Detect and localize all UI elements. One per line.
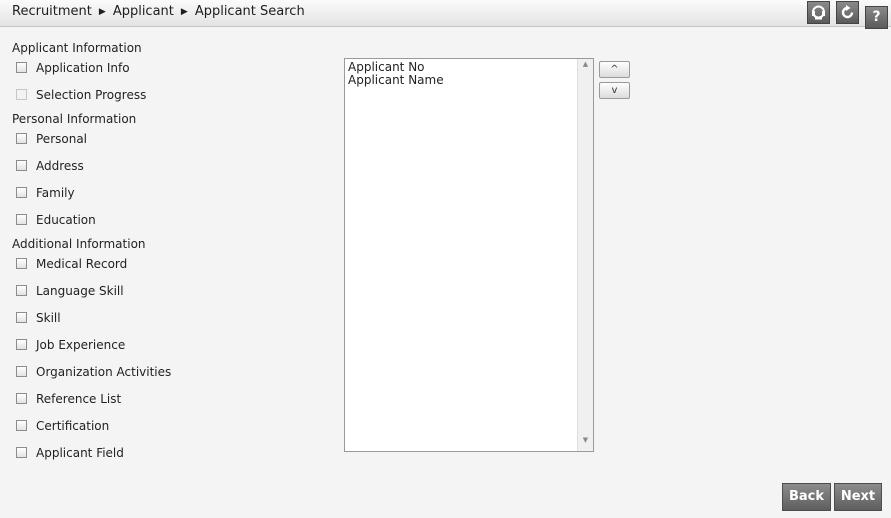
breadcrumb: Recruitment ▶ Applicant ▶ Applicant Search bbox=[12, 4, 305, 19]
checkbox-job-experience[interactable] bbox=[16, 339, 27, 350]
checkbox-label: Job Experience bbox=[36, 338, 126, 352]
support-button[interactable] bbox=[807, 1, 831, 24]
checkbox-label: Language Skill bbox=[36, 284, 124, 298]
checkbox-organization-activities[interactable] bbox=[16, 366, 27, 377]
checkbox-reference-list[interactable] bbox=[16, 393, 27, 404]
move-up-button[interactable]: ^ bbox=[599, 61, 630, 78]
checkbox-language-skill[interactable] bbox=[16, 285, 27, 296]
section-title-additional-information: Additional Information bbox=[12, 237, 146, 251]
headset-icon bbox=[812, 5, 826, 20]
checkbox-applicant-field[interactable] bbox=[16, 447, 27, 458]
listbox-scrollbar[interactable]: ▲ ▼ bbox=[577, 59, 593, 451]
checkbox-label: Address bbox=[36, 159, 84, 173]
checkbox-medical-record[interactable] bbox=[16, 258, 27, 269]
breadcrumb-separator-icon: ▶ bbox=[180, 7, 188, 17]
checkbox-label: Family bbox=[36, 186, 75, 200]
checkbox-skill[interactable] bbox=[16, 312, 27, 323]
section-title-applicant-information: Applicant Information bbox=[12, 41, 142, 55]
breadcrumb-applicant-search: Applicant Search bbox=[194, 4, 305, 19]
back-button[interactable]: Back bbox=[782, 483, 831, 511]
list-item[interactable]: Applicant Name bbox=[348, 74, 444, 87]
refresh-button[interactable] bbox=[836, 1, 860, 24]
checkbox-label: Medical Record bbox=[36, 257, 128, 271]
breadcrumb-separator-icon: ▶ bbox=[98, 7, 106, 17]
checkbox-family[interactable] bbox=[16, 187, 27, 198]
checkbox-address[interactable] bbox=[16, 160, 27, 171]
checkbox-personal[interactable] bbox=[16, 133, 27, 144]
checkbox-label: Education bbox=[36, 213, 96, 227]
header-tools: ? bbox=[805, 1, 888, 29]
checkbox-selection-progress bbox=[16, 89, 27, 100]
breadcrumb-applicant[interactable]: Applicant bbox=[113, 4, 174, 19]
checkbox-certification[interactable] bbox=[16, 420, 27, 431]
checkbox-label: Personal bbox=[36, 132, 88, 146]
section-title-personal-information: Personal Information bbox=[12, 112, 137, 126]
checkbox-label: Certification bbox=[36, 419, 110, 433]
refresh-icon bbox=[841, 5, 854, 19]
checkbox-label: Organization Activities bbox=[36, 365, 172, 379]
header-bar: Recruitment ▶ Applicant ▶ Applicant Search ? bbox=[0, 0, 891, 29]
checkbox-label: Selection Progress bbox=[36, 88, 147, 102]
breadcrumb-recruitment[interactable]: Recruitment bbox=[12, 4, 92, 19]
checkbox-education[interactable] bbox=[16, 214, 27, 225]
selected-fields-items: Applicant No Applicant Name bbox=[348, 61, 444, 87]
next-button[interactable]: Next bbox=[834, 483, 882, 511]
checkbox-application-info[interactable] bbox=[16, 62, 27, 73]
checkbox-label: Applicant Field bbox=[36, 446, 124, 460]
checkbox-label: Application Info bbox=[36, 61, 130, 75]
move-down-button[interactable]: v bbox=[599, 82, 630, 99]
checkbox-label: Reference List bbox=[36, 392, 122, 406]
checkbox-label: Skill bbox=[36, 311, 61, 325]
selected-fields-listbox[interactable]: Applicant No Applicant Name ▲ ▼ bbox=[344, 58, 594, 452]
scroll-up-icon[interactable]: ▲ bbox=[578, 60, 593, 74]
scroll-down-icon[interactable]: ▼ bbox=[578, 436, 593, 450]
help-button[interactable]: ? bbox=[865, 6, 888, 29]
